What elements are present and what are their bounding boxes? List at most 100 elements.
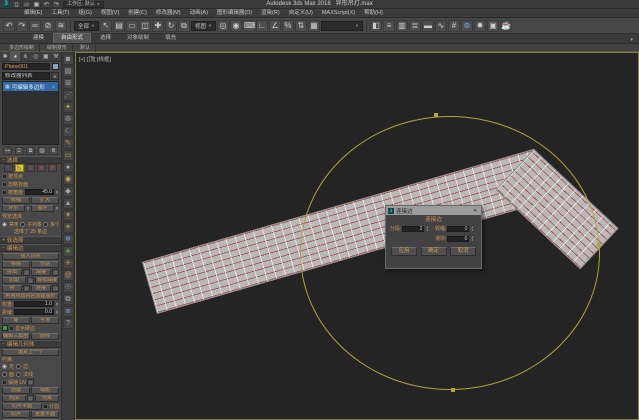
cone-primitive-icon[interactable]: ▲ <box>63 198 74 209</box>
sphere-primitive-icon[interactable]: ● <box>63 162 74 173</box>
menu-item[interactable]: 视图(V) <box>97 9 123 18</box>
connect-settings-button[interactable]: □ <box>52 285 59 292</box>
ribbon-toggle-icon[interactable]: ▬ <box>422 20 434 32</box>
redo-qat-icon[interactable]: ↷ <box>52 1 61 8</box>
scene-explorer-icon[interactable]: ▥ <box>396 20 408 32</box>
extrude-settings-button[interactable]: □ <box>23 269 30 276</box>
split-checkbox[interactable] <box>43 404 48 409</box>
render-production-icon[interactable]: ☕ <box>500 20 512 32</box>
use-pivot-center-icon[interactable]: ◎ <box>217 20 229 32</box>
selection-filter-dropdown[interactable]: 全部 ▼ <box>74 21 99 31</box>
ribbon-tab[interactable]: 对象绘制 <box>120 34 156 43</box>
loop-button[interactable]: 循环 <box>31 205 54 212</box>
edit-triangulation-button[interactable]: 编辑三角剖分 <box>2 333 30 340</box>
camera-icon[interactable]: ◙ <box>63 54 74 65</box>
hard-button[interactable]: 硬 <box>2 317 30 324</box>
curve-editor-icon[interactable]: ∿ <box>435 20 447 32</box>
constraint-face-radio[interactable] <box>2 372 7 377</box>
detach-button[interactable]: 分离 <box>35 395 59 402</box>
extrude-button[interactable]: 挤出 <box>2 269 22 276</box>
ribbon-tab[interactable]: 填充 <box>158 34 183 43</box>
vertex-subobject-icon[interactable]: ∵ <box>4 164 13 172</box>
segments-spinner[interactable]: ▲▼ <box>425 226 429 231</box>
reference-coordinate-dropdown[interactable]: 视图 ▼ <box>191 21 216 31</box>
rollout-header-selection[interactable]: − 选择 <box>0 156 61 164</box>
ring-spinner[interactable]: ▲▼ <box>26 206 30 211</box>
show-end-result-icon[interactable]: ⍗ <box>15 147 24 155</box>
box-primitive-icon[interactable]: ▭ <box>63 150 74 161</box>
edge-subobject-icon[interactable]: ◺ <box>15 164 24 172</box>
select-and-rotate-icon[interactable]: ↻ <box>165 20 177 32</box>
unlink-selection-icon[interactable]: ⊘ <box>42 20 54 32</box>
rendered-frame-icon[interactable]: ▣ <box>487 20 499 32</box>
help-icon[interactable]: ? <box>63 318 74 329</box>
undo-qat-icon[interactable]: ↶ <box>42 1 51 8</box>
workspace-dropdown[interactable]: 工作区: 默认 ▼ <box>63 1 104 8</box>
viewport-top[interactable]: [+] [顶] [线框] 3 连接边 ✕ 连接边 分段: 2 ▲▼ <box>75 52 639 420</box>
3dsmax-logo-icon[interactable]: 3 <box>2 1 10 8</box>
constraint-normal-radio[interactable] <box>16 372 21 377</box>
ignore-backfacing-checkbox[interactable] <box>2 182 7 187</box>
chamfer-button[interactable]: 切角 <box>2 277 26 284</box>
tab-create-icon[interactable]: ✱ <box>0 52 10 61</box>
angle-snap-icon[interactable]: ∠ <box>269 20 281 32</box>
mirror-icon[interactable]: ◧ <box>370 20 382 32</box>
tree-icon[interactable]: ♣ <box>63 246 74 257</box>
pin-stack-icon[interactable]: ⊶ <box>3 147 12 155</box>
menu-item[interactable]: 自定义(U) <box>285 9 317 18</box>
select-and-link-icon[interactable]: ∞ <box>29 20 41 32</box>
rectangular-selection-icon[interactable]: ▭ <box>126 20 138 32</box>
ribbon-config-icon[interactable]: ▾ <box>630 37 633 43</box>
polygon-subobject-icon[interactable]: ▰ <box>37 164 46 172</box>
constraint-none-radio[interactable] <box>2 364 7 369</box>
menu-item[interactable]: MAXScript(X) <box>318 9 359 18</box>
modifier-list-dropdown[interactable]: 修改器列表 <box>2 72 50 80</box>
modifier-stack[interactable]: ▦ 可编辑多边形 ☼ <box>2 81 59 145</box>
earth-icon[interactable]: ☉ <box>63 282 74 293</box>
geosphere-primitive-icon[interactable]: ◉ <box>63 174 74 185</box>
spinner-snap-icon[interactable]: ⇅ <box>295 20 307 32</box>
window-crossing-icon[interactable]: ◫ <box>139 20 151 32</box>
pinch-field[interactable]: 0 <box>447 226 469 232</box>
crease-spinner[interactable]: ▲▼ <box>55 310 59 315</box>
repeat-last-button[interactable]: 重复上一个 <box>2 349 59 356</box>
bridge-button[interactable]: 桥 <box>2 285 22 292</box>
grow-button[interactable]: 扩大 <box>31 197 59 204</box>
turn-button[interactable]: 旋转 <box>31 333 59 340</box>
split-button[interactable]: 分割 <box>31 261 59 268</box>
sun-icon[interactable]: ☀ <box>63 222 74 233</box>
by-angle-spinner[interactable]: ▲▼ <box>55 190 59 195</box>
create-button[interactable]: 创建 <box>2 387 30 394</box>
notes-icon[interactable]: ▤ <box>63 66 74 77</box>
select-object-icon[interactable]: ↖ <box>100 20 112 32</box>
loop-spinner[interactable]: ▲▼ <box>55 206 59 211</box>
light-icon[interactable]: ✦ <box>63 102 74 113</box>
align-icon[interactable]: ≡ <box>383 20 395 32</box>
menu-item[interactable]: 渲染(R) <box>257 9 284 18</box>
tab-display-icon[interactable]: ▣ <box>41 52 51 61</box>
apply-button[interactable]: 应用 <box>391 247 417 256</box>
pinch-spinner[interactable]: ▲▼ <box>470 226 474 231</box>
close-icon[interactable]: ✕ <box>471 208 479 214</box>
layer-explorer-icon[interactable]: ≣ <box>409 20 421 32</box>
reset-plane-button[interactable]: 重置平面 <box>31 411 59 418</box>
material-editor-icon[interactable]: ⊛ <box>461 20 473 32</box>
make-unique-icon[interactable]: ⧉ <box>26 147 35 155</box>
brush-icon[interactable]: ✎ <box>63 138 74 149</box>
ribbon-tab[interactable]: 自由形式 <box>53 33 91 43</box>
keyboard-override-icon[interactable]: ⌨ <box>243 20 255 32</box>
by-angle-checkbox[interactable] <box>2 190 7 195</box>
layers-icon[interactable]: ≣ <box>63 306 74 317</box>
smooth-button[interactable]: 平滑 <box>31 317 59 324</box>
select-and-place-icon[interactable]: ◉ <box>230 20 242 32</box>
tab-motion-icon[interactable]: ◎ <box>31 52 41 61</box>
configure-modifier-sets-icon[interactable]: ≣ <box>49 147 58 155</box>
by-angle-field[interactable]: 45.0 <box>25 189 54 195</box>
attach-settings-button[interactable]: □ <box>27 395 34 402</box>
diamond-primitive-icon[interactable]: ◆ <box>63 186 74 197</box>
slide-field[interactable]: 0 <box>447 236 469 242</box>
menu-item[interactable]: 创建(C) <box>124 9 151 18</box>
weld-settings-button[interactable]: □ <box>52 269 59 276</box>
collapse-button[interactable]: 塌陷 <box>31 387 59 394</box>
bridge-settings-button[interactable]: □ <box>23 285 30 292</box>
